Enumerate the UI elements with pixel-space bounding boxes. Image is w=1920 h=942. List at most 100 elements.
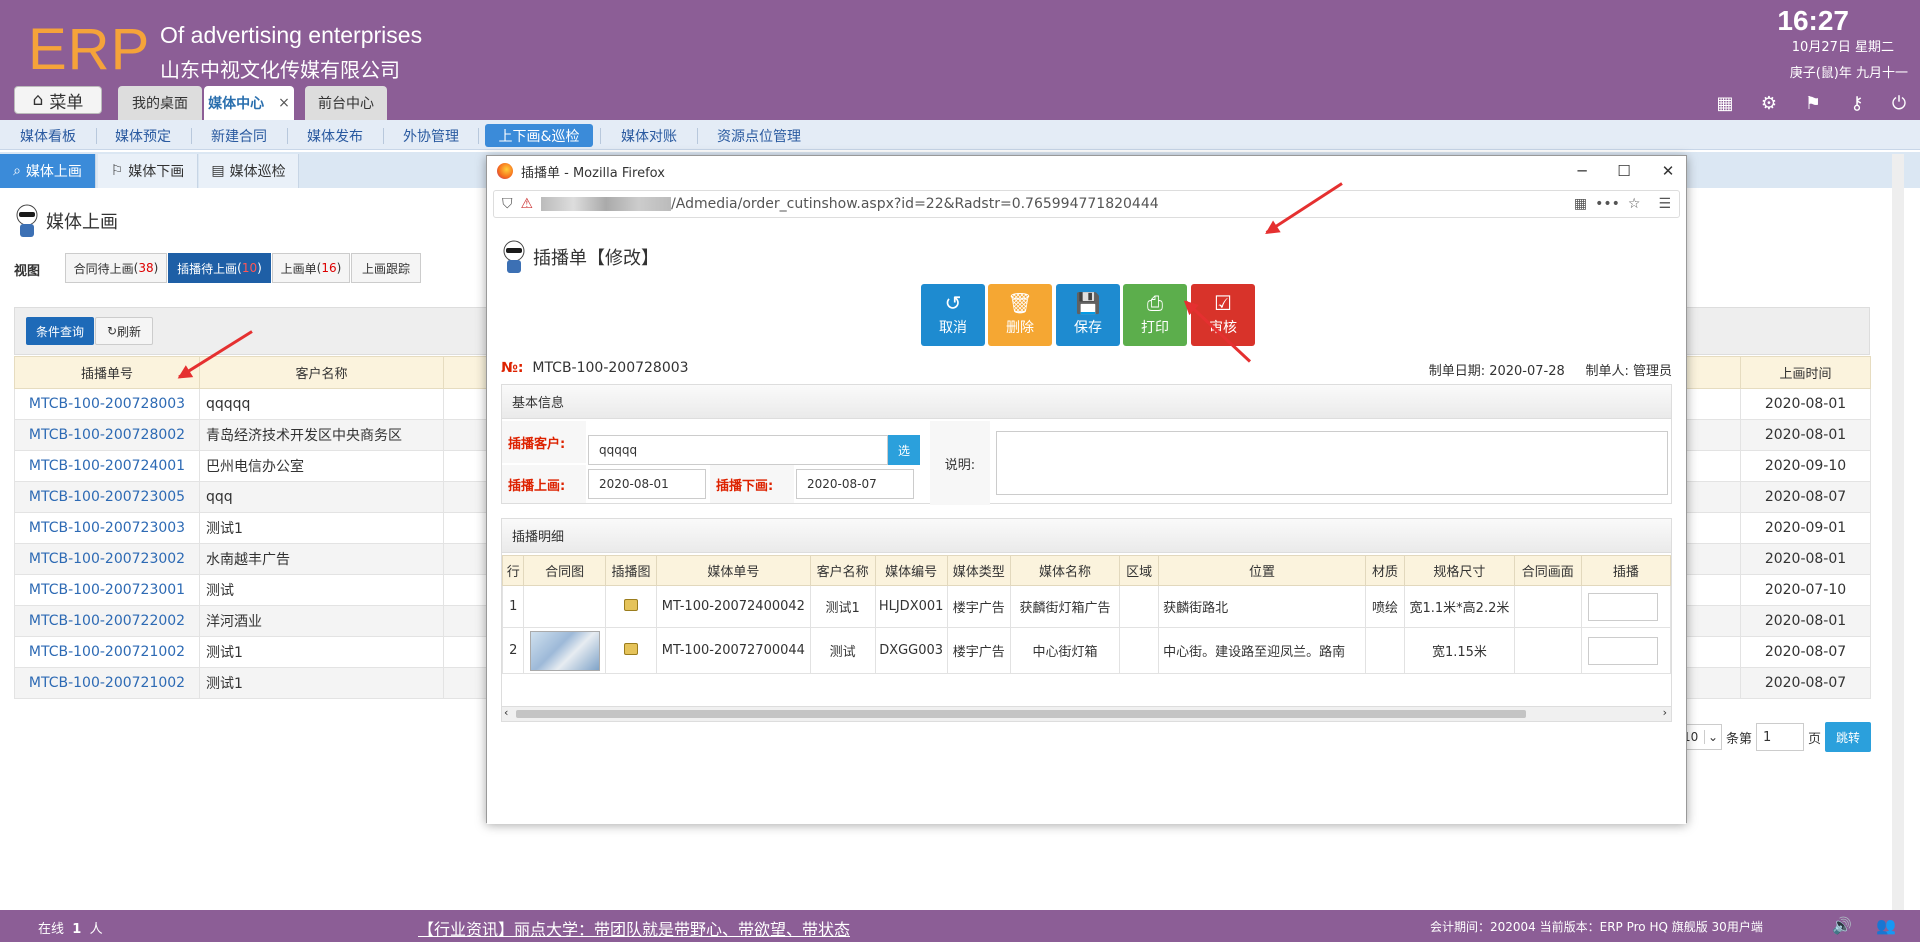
view-hang-orders[interactable]: 上画单(16): [272, 253, 350, 283]
column-header[interactable]: 合同图: [523, 555, 606, 586]
order-number-link[interactable]: MTCB-100-200723005: [14, 481, 200, 513]
subnav-media-publish[interactable]: 媒体发布: [307, 126, 363, 146]
column-header[interactable]: 行: [502, 555, 525, 586]
window-titlebar[interactable]: 插播单 - Mozilla Firefox: [487, 156, 1686, 186]
insert-input[interactable]: [1587, 592, 1658, 621]
tab-media-inspect[interactable]: ▤ 媒体巡检: [199, 154, 299, 188]
close-icon[interactable]: ✕: [1657, 160, 1679, 182]
chevron-right-icon[interactable]: ›: [1663, 706, 1667, 719]
delete-button[interactable]: 🗑 删除: [988, 284, 1052, 346]
shirt-icon[interactable]: ⚑: [1802, 93, 1824, 115]
end-date-input[interactable]: 2020-08-07: [796, 469, 914, 499]
table-row[interactable]: 1 MT-100-20072400042 测试1 HLJDX001 楼宇广告 获…: [502, 585, 1671, 628]
insert-image-cell[interactable]: [604, 585, 658, 628]
column-header[interactable]: 媒体单号: [656, 555, 811, 586]
column-header[interactable]: 客户名称: [199, 356, 444, 389]
column-header[interactable]: 媒体编号: [874, 555, 948, 586]
view-insert-pending[interactable]: 插播待上画(10): [168, 253, 271, 283]
order-number-link[interactable]: MTCB-100-200722002: [14, 605, 200, 637]
hang-time: 2020-07-10: [1740, 574, 1871, 606]
column-header[interactable]: 插播单号: [14, 356, 200, 389]
scrollbar[interactable]: [1892, 154, 1904, 910]
order-number-link[interactable]: MTCB-100-200721002: [14, 636, 200, 668]
map-thumbnail[interactable]: [529, 630, 600, 671]
order-number-value: MTCB-100-200728003: [532, 360, 689, 376]
tab-my-desktop[interactable]: 我的桌面: [118, 86, 202, 120]
column-header[interactable]: 插播: [1580, 555, 1671, 586]
refresh-button[interactable]: ↻ 刷新: [95, 317, 153, 345]
checkbox-icon: ☑: [1214, 291, 1232, 315]
pager-text: 条第: [1726, 731, 1753, 747]
column-header[interactable]: 媒体类型: [946, 555, 1012, 586]
logout-icon[interactable]: ⏻: [1888, 93, 1910, 115]
column-header[interactable]: 客户名称: [809, 555, 876, 586]
insert-image-cell[interactable]: [604, 627, 658, 674]
jump-button[interactable]: 跳转: [1825, 722, 1872, 752]
tab-media-center[interactable]: 媒体中心 ×: [204, 86, 294, 120]
save-button[interactable]: 💾 保存: [1056, 284, 1120, 346]
page-number-input[interactable]: 1: [1756, 723, 1805, 751]
scrollbar-thumb[interactable]: [516, 710, 1526, 718]
news-ticker-link[interactable]: 【行业资讯】丽点大学：带团队就是带野心、带欲望、带状态: [418, 916, 850, 940]
gear-icon[interactable]: ⚙: [1758, 93, 1780, 115]
tab-front-center[interactable]: 前台中心: [305, 86, 387, 120]
tab-media-unhang[interactable]: ⚐ 媒体下画: [98, 154, 198, 188]
subnav-resource-points[interactable]: 资源点位管理: [717, 126, 801, 146]
column-header[interactable]: 区域: [1119, 555, 1160, 586]
image-upload-icon[interactable]: [623, 598, 638, 611]
subnav-hang-inspect[interactable]: 上下画&巡检: [485, 124, 593, 147]
tab-media-hang[interactable]: ⌕ 媒体上画: [0, 154, 96, 188]
image-upload-icon[interactable]: [623, 642, 638, 655]
column-header[interactable]: 位置: [1158, 555, 1366, 586]
chevron-left-icon[interactable]: ‹: [504, 706, 508, 719]
subnav-media-reconcile[interactable]: 媒体对账: [621, 126, 677, 146]
speaker-icon[interactable]: 🔊: [1832, 916, 1852, 935]
subnav-media-board[interactable]: 媒体看板: [20, 126, 76, 146]
minimize-icon[interactable]: ─: [1571, 160, 1593, 182]
more-icon[interactable]: •••: [1595, 196, 1620, 212]
order-number: №: MTCB-100-200728003: [501, 360, 689, 376]
column-header[interactable]: 合同画面: [1513, 555, 1582, 586]
customer-input[interactable]: qqqqq: [588, 435, 888, 465]
column-header[interactable]: 插播图: [604, 555, 658, 586]
main-menu-button[interactable]: ⌂ 菜单: [14, 86, 102, 114]
order-number-link[interactable]: MTCB-100-200728002: [14, 419, 200, 451]
view-label-text: 插播待上画: [177, 261, 238, 276]
insert-input[interactable]: [1587, 636, 1658, 665]
order-number-link[interactable]: MTCB-100-200724001: [14, 450, 200, 482]
view-contract-pending[interactable]: 合同待上画(38): [65, 253, 167, 283]
order-number-link[interactable]: MTCB-100-200723003: [14, 512, 200, 544]
column-header[interactable]: 媒体名称: [1010, 555, 1121, 586]
order-number-link[interactable]: MTCB-100-200728003: [14, 388, 200, 420]
online-count: 1: [72, 922, 82, 937]
column-header[interactable]: 材质: [1364, 555, 1406, 586]
star-icon[interactable]: ☆: [1628, 196, 1641, 212]
print-button[interactable]: ⎙ 打印: [1123, 284, 1187, 346]
pick-customer-button[interactable]: 选: [888, 435, 920, 465]
order-number-link[interactable]: MTCB-100-200723001: [14, 574, 200, 606]
condition-search-button[interactable]: 条件查询: [26, 317, 94, 345]
subnav-media-booking[interactable]: 媒体预定: [115, 126, 171, 146]
key-icon[interactable]: ⚷: [1846, 93, 1868, 115]
column-header[interactable]: 规格尺寸: [1404, 555, 1515, 586]
row-index: 1: [502, 585, 525, 628]
order-number-link[interactable]: MTCB-100-200723002: [14, 543, 200, 575]
table-row[interactable]: 2 MT-100-20072700044 测试 DXGG003 楼宇广告 中心街…: [502, 627, 1671, 674]
column-header[interactable]: 上画时间: [1740, 356, 1871, 389]
url-bar[interactable]: ⛉ ⚠ /Admedia/order_cutinshow.aspx?id=22&…: [493, 190, 1680, 218]
order-number-link[interactable]: MTCB-100-200721002: [14, 667, 200, 699]
close-icon[interactable]: ×: [278, 95, 290, 111]
hamburger-menu-icon[interactable]: ☰: [1658, 196, 1671, 212]
view-hang-tracking[interactable]: 上画跟踪: [351, 253, 421, 283]
grid-add-icon[interactable]: ▦: [1714, 93, 1736, 115]
qr-icon[interactable]: ▦: [1574, 196, 1587, 212]
start-date-input[interactable]: 2020-08-01: [588, 469, 706, 499]
subnav-new-contract[interactable]: 新建合同: [211, 126, 267, 146]
horizontal-scrollbar[interactable]: ‹ ›: [501, 706, 1672, 722]
description-textarea[interactable]: [996, 431, 1668, 495]
users-icon[interactable]: 👥: [1876, 916, 1896, 935]
customer-label: 插播客户:: [502, 421, 586, 463]
subnav-outsourcing[interactable]: 外协管理: [403, 126, 459, 146]
cancel-button[interactable]: ↺ 取消: [921, 284, 985, 346]
maximize-icon[interactable]: ☐: [1613, 160, 1635, 182]
